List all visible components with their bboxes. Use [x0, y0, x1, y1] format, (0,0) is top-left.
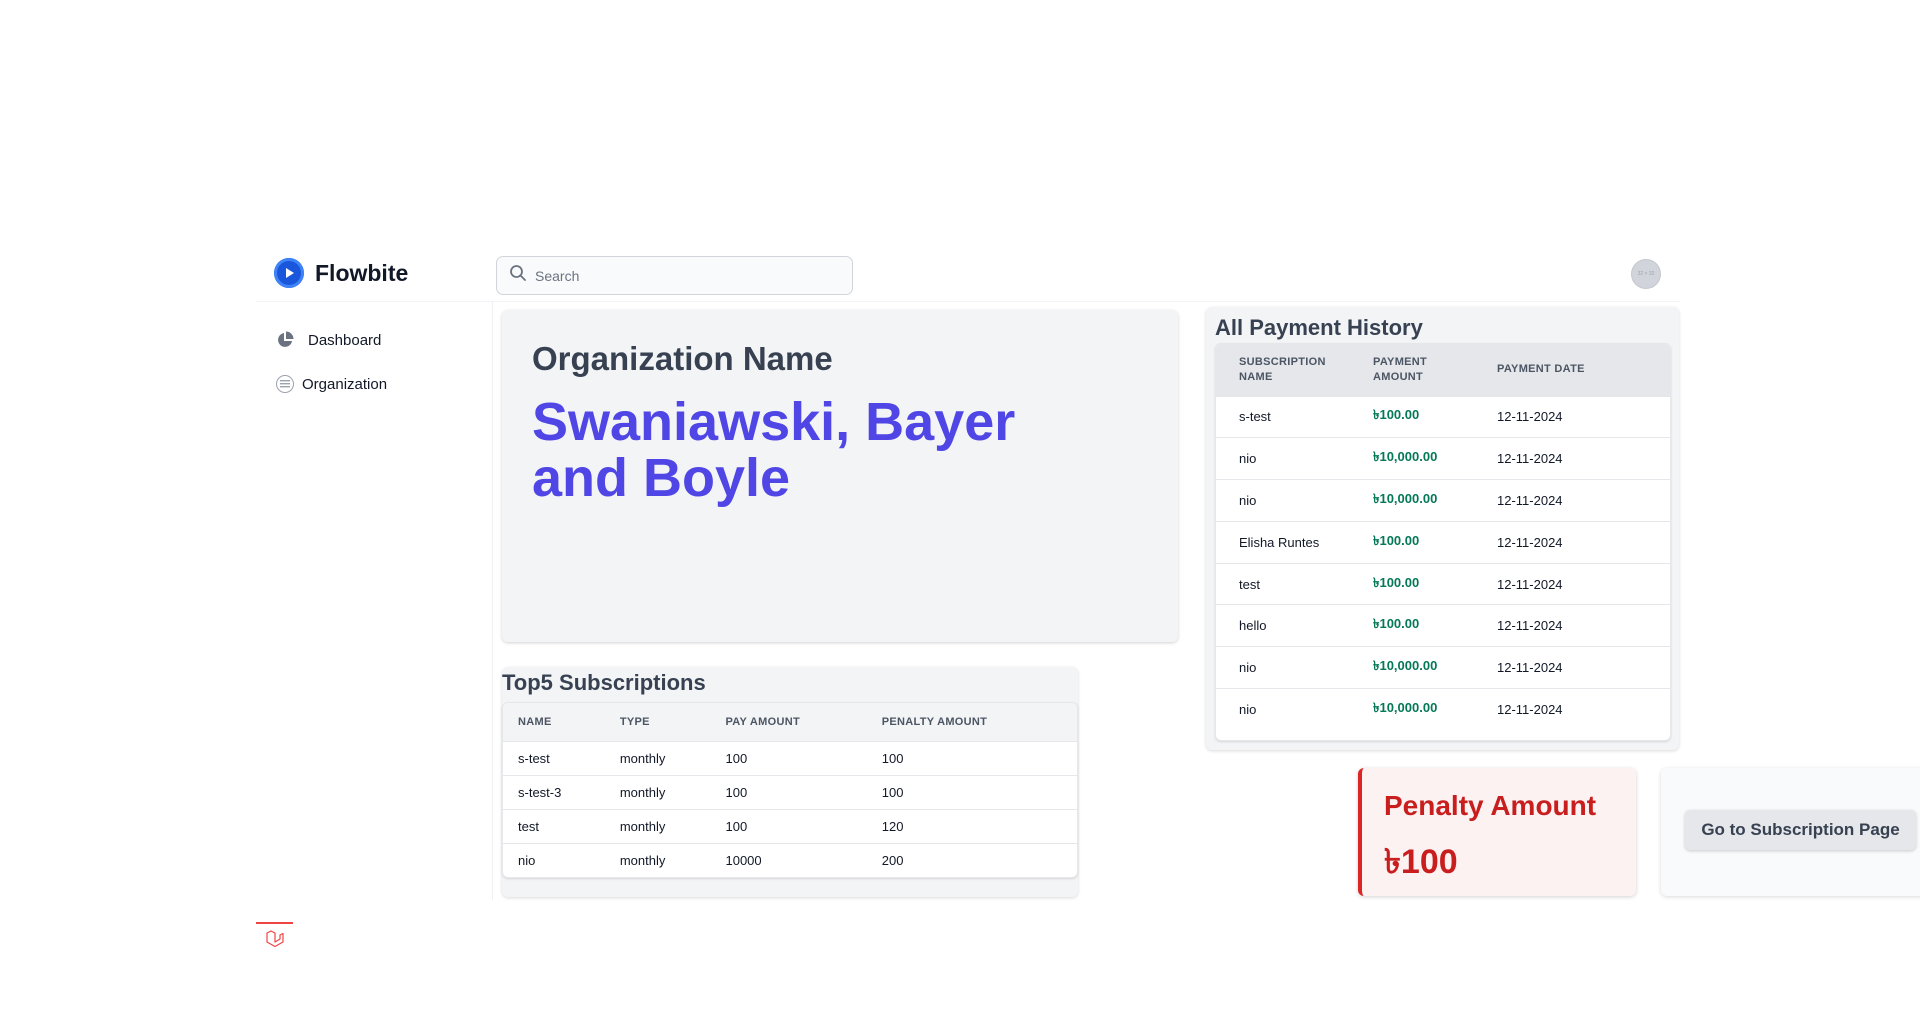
main-content: Organization Name Swaniawski, Bayer and …	[494, 302, 1920, 900]
table-row: nio ৳10,000.00 12-11-2024	[1216, 646, 1670, 689]
cell-subscription-name: nio	[1216, 437, 1350, 480]
cell-payment-amount: ৳100.00	[1350, 395, 1474, 438]
brand[interactable]: Flowbite	[274, 258, 408, 288]
flowbite-logo-icon	[274, 258, 304, 288]
payment-history-title: All Payment History	[1215, 315, 1423, 340]
cell-payment-amount: ৳100.00	[1350, 520, 1474, 564]
payment-history-card: All Payment History SUBSCRIPTION NAME PA…	[1206, 307, 1679, 750]
sidebar-item-label: Dashboard	[308, 331, 382, 349]
cell-payment-amount: ৳100.00	[1350, 604, 1474, 647]
sidebar-item-dashboard[interactable]: Dashboard	[275, 330, 381, 350]
column-header-payment-date: PAYMENT DATE	[1474, 344, 1670, 396]
cell-payment-amount: ৳10,000.00	[1350, 479, 1474, 522]
cell-subscription-name: Elisha Runtes	[1216, 520, 1350, 564]
table-row: nio ৳10,000.00 12-11-2024	[1216, 437, 1670, 480]
cell-pay-amount: 10000	[710, 842, 867, 877]
cell-payment-date: 12-11-2024	[1474, 395, 1670, 438]
cell-type: monthly	[604, 774, 711, 809]
top5-table: NAME TYPE PAY AMOUNT PENALTY AMOUNT s-te…	[503, 703, 1077, 877]
cell-name: s-test-3	[503, 774, 605, 809]
column-header-type: TYPE	[604, 703, 711, 741]
table-row: s-test-3 monthly 100 100	[503, 774, 1077, 809]
cell-penalty-amount: 200	[866, 842, 1077, 877]
cell-subscription-name: nio	[1216, 688, 1350, 731]
table-row: hello ৳100.00 12-11-2024	[1216, 604, 1670, 647]
cell-subscription-name: hello	[1216, 604, 1350, 647]
cell-name: nio	[503, 842, 605, 877]
sidebar-item-organization[interactable]: Organization	[275, 374, 387, 394]
search-box[interactable]	[496, 256, 853, 295]
column-header-payment-amount: PAYMENT AMOUNT	[1350, 344, 1474, 396]
table-row: Elisha Runtes ৳100.00 12-11-2024	[1216, 520, 1670, 564]
payment-history-table-wrapper: SUBSCRIPTION NAME PAYMENT AMOUNT PAYMENT…	[1215, 343, 1671, 741]
top5-title: Top5 Subscriptions	[502, 670, 706, 695]
column-header-name: NAME	[503, 703, 605, 741]
top5-table-wrapper: NAME TYPE PAY AMOUNT PENALTY AMOUNT s-te…	[502, 702, 1078, 878]
app-shell: Flowbite 32 × 32 Dashboard	[256, 248, 1920, 948]
cell-pay-amount: 100	[710, 774, 867, 809]
subscription-action-card: Go to Subscription Page	[1661, 768, 1920, 896]
cell-pay-amount: 100	[710, 740, 867, 775]
table-row: test monthly 100 120	[503, 808, 1077, 843]
organization-name: Swaniawski, Bayer and Boyle	[532, 392, 1016, 508]
cell-payment-date: 12-11-2024	[1474, 646, 1670, 689]
organization-icon	[275, 374, 295, 394]
top5-subscriptions-card: Top5 Subscriptions NAME TYPE PAY AMOUNT …	[502, 667, 1078, 897]
column-header-penalty-amount: PENALTY AMOUNT	[866, 703, 1077, 741]
cell-penalty-amount: 100	[866, 740, 1077, 775]
cell-subscription-name: s-test	[1216, 395, 1350, 438]
top-navbar: Flowbite 32 × 32	[256, 248, 1680, 302]
search-icon	[509, 264, 527, 287]
cell-payment-amount: ৳10,000.00	[1350, 437, 1474, 480]
avatar-placeholder-text: 32 × 32	[1637, 271, 1655, 277]
column-header-pay-amount: PAY AMOUNT	[710, 703, 867, 741]
table-header-row: NAME TYPE PAY AMOUNT PENALTY AMOUNT	[503, 703, 1077, 741]
penalty-amount-card: Penalty Amount ৳100	[1358, 768, 1636, 896]
cell-penalty-amount: 120	[866, 808, 1077, 843]
cell-name: test	[503, 808, 605, 843]
avatar[interactable]: 32 × 32	[1631, 259, 1661, 289]
table-row: nio ৳10,000.00 12-11-2024	[1216, 479, 1670, 522]
cell-payment-date: 12-11-2024	[1474, 479, 1670, 522]
cell-payment-amount: ৳10,000.00	[1350, 646, 1474, 689]
cell-payment-date: 12-11-2024	[1474, 562, 1670, 605]
sidebar: Dashboard Organization	[256, 302, 493, 948]
table-row: s-test monthly 100 100	[503, 740, 1077, 775]
brand-name: Flowbite	[315, 259, 409, 286]
cell-payment-amount: ৳100.00	[1350, 562, 1474, 605]
sidebar-item-label: Organization	[302, 375, 388, 393]
table-row: test ৳100.00 12-11-2024	[1216, 562, 1670, 605]
cell-type: monthly	[604, 740, 711, 775]
column-header-subscription-name: SUBSCRIPTION NAME	[1216, 344, 1350, 396]
go-to-subscription-button[interactable]: Go to Subscription Page	[1685, 810, 1916, 850]
organization-card: Organization Name Swaniawski, Bayer and …	[502, 310, 1178, 642]
penalty-amount-value: ৳100	[1384, 843, 1458, 881]
cell-subscription-name: nio	[1216, 479, 1350, 522]
cell-penalty-amount: 100	[866, 774, 1077, 809]
search-input[interactable]	[535, 267, 835, 284]
cell-payment-date: 12-11-2024	[1474, 688, 1670, 731]
cell-type: monthly	[604, 842, 711, 877]
organization-label: Organization Name	[532, 340, 833, 377]
cell-subscription-name: test	[1216, 562, 1350, 605]
cell-name: s-test	[503, 740, 605, 775]
pie-chart-icon	[275, 330, 295, 350]
cell-subscription-name: nio	[1216, 646, 1350, 689]
table-row: s-test ৳100.00 12-11-2024	[1216, 395, 1670, 438]
laravel-logo-icon	[256, 922, 293, 954]
cell-payment-date: 12-11-2024	[1474, 437, 1670, 480]
penalty-amount-label: Penalty Amount	[1384, 790, 1597, 821]
payment-history-table: SUBSCRIPTION NAME PAYMENT AMOUNT PAYMENT…	[1216, 344, 1670, 731]
cell-type: monthly	[604, 808, 711, 843]
cell-payment-date: 12-11-2024	[1474, 604, 1670, 647]
table-row: nio ৳10,000.00 12-11-2024	[1216, 688, 1670, 731]
table-header-row: SUBSCRIPTION NAME PAYMENT AMOUNT PAYMENT…	[1216, 344, 1670, 396]
table-row: nio monthly 10000 200	[503, 842, 1077, 877]
cell-payment-date: 12-11-2024	[1474, 520, 1670, 564]
cell-payment-amount: ৳10,000.00	[1350, 688, 1474, 731]
cell-pay-amount: 100	[710, 808, 867, 843]
